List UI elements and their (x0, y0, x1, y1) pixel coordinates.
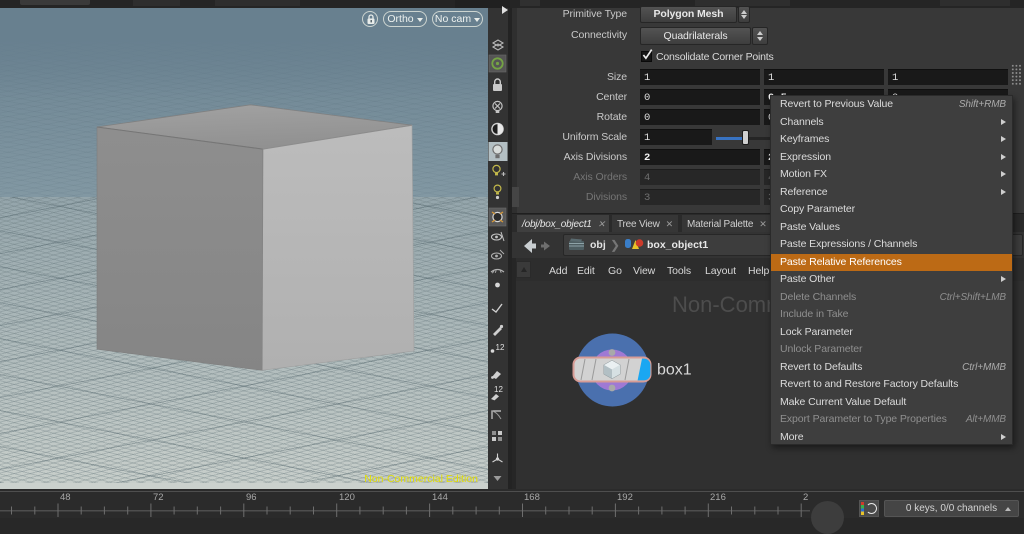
svg-text:box1: box1 (657, 362, 692, 379)
svg-text:12: 12 (496, 343, 505, 352)
svg-text:12: 12 (494, 385, 503, 394)
